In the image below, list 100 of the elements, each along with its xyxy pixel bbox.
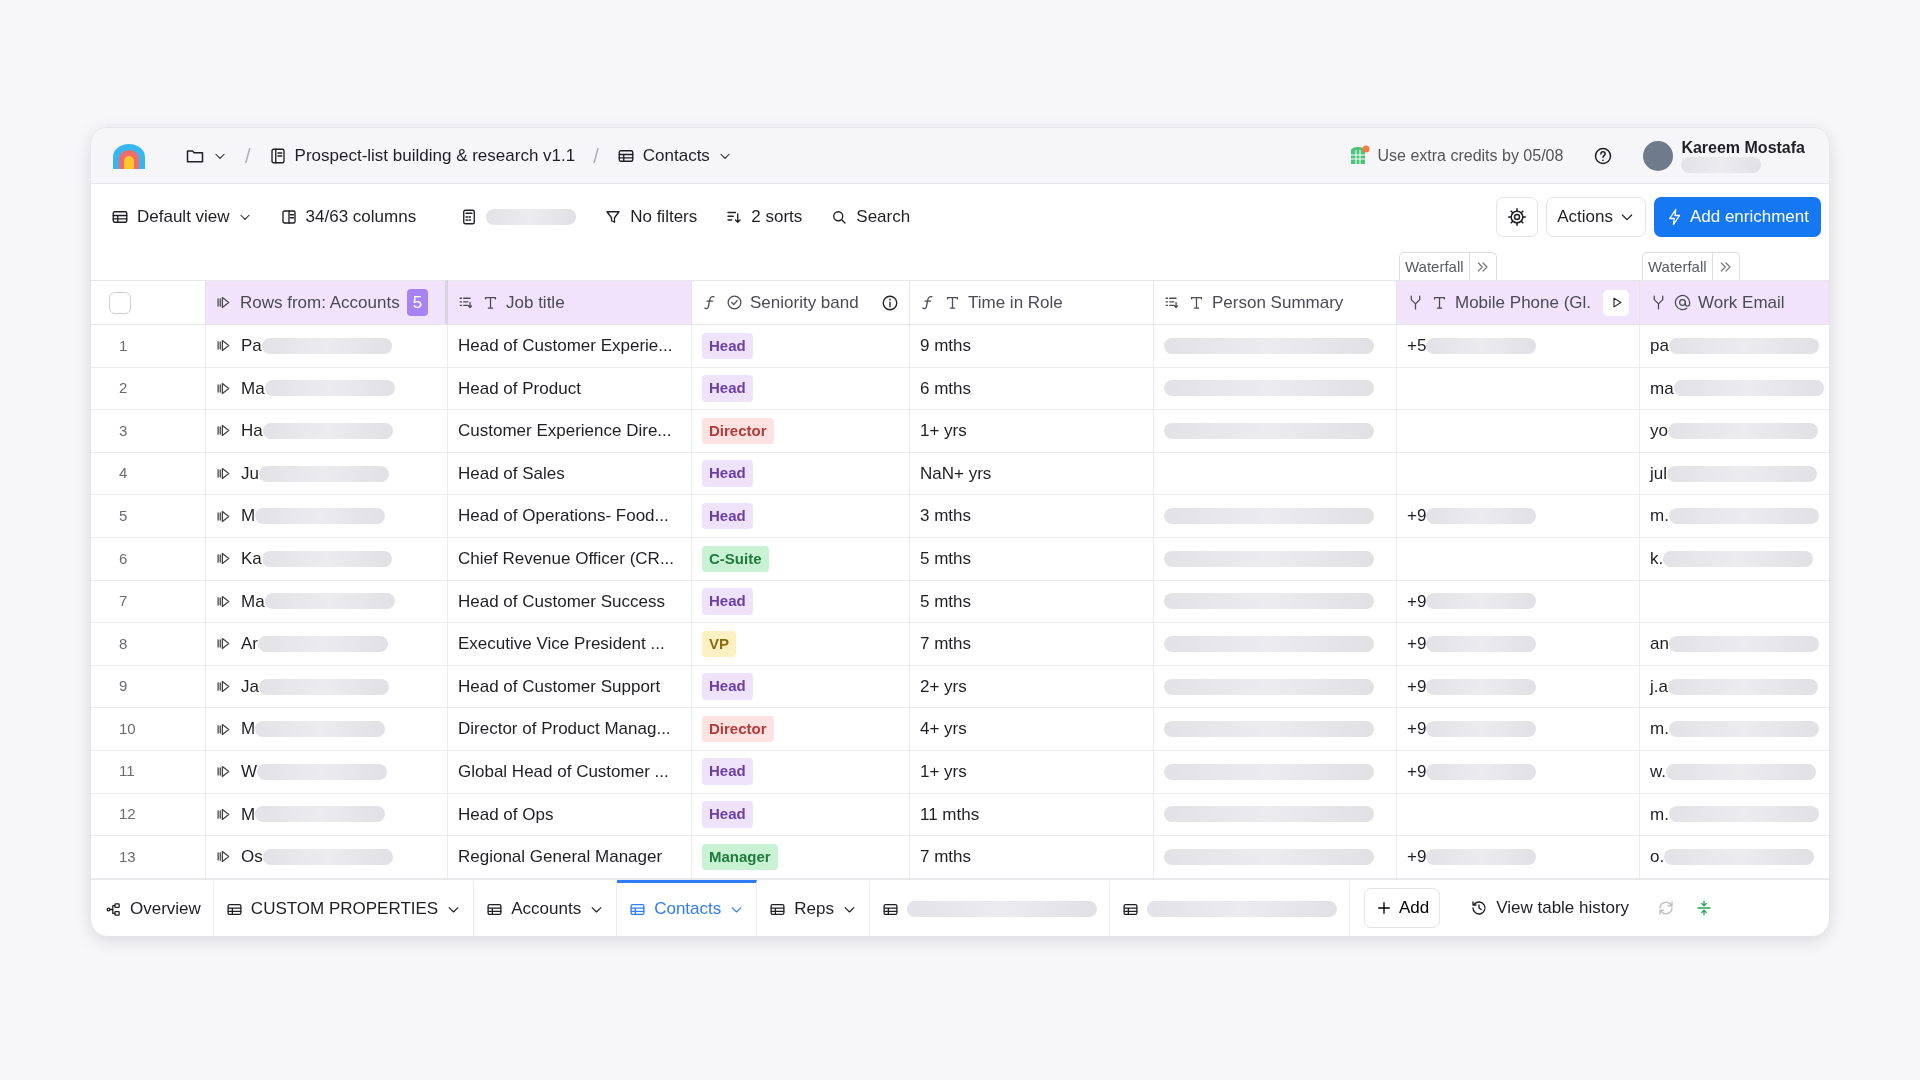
avatar <box>1643 140 1674 171</box>
seniority-tag: Manager <box>702 843 778 871</box>
columns-button[interactable]: 34/63 columns <box>273 200 423 234</box>
table-cell-text: +9 <box>1407 505 1427 528</box>
row-number: 3 <box>118 420 128 441</box>
table-cell-text: 7 mths <box>920 846 972 869</box>
table-cell-text: Ha <box>241 420 263 443</box>
row-number: 12 <box>118 804 136 825</box>
check-circle-icon <box>726 294 743 311</box>
table-cell-text: Ju <box>241 462 259 485</box>
table-cell-text: o. <box>1650 846 1665 869</box>
row-number: 13 <box>118 846 136 867</box>
table-cell-text: Executive Vice President ... <box>458 633 665 656</box>
sheet-tab[interactable]: Contacts <box>617 879 758 936</box>
table-cell-text: W <box>241 761 258 783</box>
seniority-tag: VP <box>702 630 736 658</box>
breadcrumb-link[interactable]: Contacts <box>610 138 738 173</box>
table-cell-text: k. <box>1650 548 1664 570</box>
sheet-tab[interactable]: Overview <box>93 879 214 936</box>
count-badge: 5 <box>406 288 429 317</box>
seniority-tag: Head <box>702 460 753 487</box>
column-header[interactable]: Time in Role <box>910 280 1154 325</box>
table-cell-text: pa <box>1650 335 1669 358</box>
seniority-tag: Head <box>702 673 753 700</box>
run-button[interactable] <box>1603 289 1629 316</box>
table-cell-text: Ma <box>241 377 265 400</box>
row-number: 8 <box>118 633 128 654</box>
seniority-tag: Head <box>702 332 753 360</box>
seniority-tag: C-Suite <box>702 545 769 572</box>
nodes-icon <box>105 900 122 918</box>
sheet-tab[interactable]: Reps <box>757 879 870 936</box>
refresh-icon <box>1657 898 1676 917</box>
breadcrumb-link[interactable]: Prospect-list building & research v1.1 <box>262 138 582 173</box>
actions-button[interactable]: Actions <box>1546 197 1646 237</box>
table-cell-text: Ka <box>241 548 262 570</box>
text-type-icon <box>482 294 499 311</box>
table-cell-text: Ma <box>241 590 265 613</box>
table-cell-text: Regional General Manager <box>458 846 663 869</box>
column-header[interactable]: Job title <box>448 280 692 325</box>
seniority-tag: Head <box>702 758 753 785</box>
row-number: 4 <box>118 463 128 484</box>
table-cell-text: m. <box>1650 718 1669 741</box>
sheet-tab[interactable]: Accounts <box>474 879 618 936</box>
sheet-tab[interactable]: CUSTOM PROPERTIES <box>213 879 475 936</box>
add-button[interactable]: Add <box>1363 887 1441 928</box>
table-cell-text: +5 <box>1407 335 1427 358</box>
table-cell-text: m. <box>1650 803 1669 826</box>
row-number: 11 <box>118 761 135 782</box>
search-button[interactable]: Search <box>824 200 917 234</box>
table-cell-text: +9 <box>1407 675 1427 698</box>
text-type-icon <box>1188 294 1205 311</box>
table-cell-text: jul <box>1650 462 1667 485</box>
row-number: 5 <box>118 505 128 526</box>
column-header[interactable]: Mobile Phone (Gl. <box>1397 280 1640 325</box>
seniority-tag: Director <box>702 715 774 743</box>
seniority-tag: Head <box>702 502 753 530</box>
row-number: 1 <box>118 335 128 356</box>
table-icon <box>111 208 129 226</box>
table-cell-text: +9 <box>1407 761 1427 783</box>
row-number: 6 <box>118 548 128 569</box>
table-history-button[interactable]: View table history <box>1464 890 1636 925</box>
select-all-checkbox[interactable] <box>109 291 131 314</box>
column-header[interactable]: Work Email <box>1640 280 1829 325</box>
sort-button[interactable]: 2 sorts <box>719 200 809 234</box>
column-header[interactable]: Rows from: Accounts 5 <box>206 280 448 325</box>
table-cell-text: Global Head of Customer ... <box>458 761 669 783</box>
view-selector[interactable]: Default view <box>105 200 258 234</box>
table-cell-text: Head of Product <box>458 377 581 400</box>
table-cell-text: Head of Customer Support <box>458 675 661 698</box>
help-icon <box>1593 145 1614 166</box>
settings-button[interactable] <box>1496 197 1539 237</box>
table-cell-text: Ar <box>241 633 258 656</box>
table-cell-text: M <box>241 803 256 826</box>
table-cell-text: Os <box>241 846 263 869</box>
column-header[interactable]: Seniority band <box>692 280 910 325</box>
table-cell-text: Head of Customer Success <box>458 590 665 613</box>
table-cell-text: Chief Revenue Officer (CR... <box>458 548 675 570</box>
row-number: 7 <box>118 591 128 612</box>
columns-icon <box>279 208 298 226</box>
table-cell-text: Head of Sales <box>458 462 565 485</box>
at-sign-icon <box>1674 294 1691 311</box>
settings-icon <box>1507 207 1528 227</box>
history-icon <box>1470 898 1489 917</box>
add-enrichment-button[interactable]: Add enrichment <box>1653 197 1821 237</box>
seniority-tag: Head <box>702 801 753 828</box>
table-cell-text: 9 mths <box>920 335 972 358</box>
table-cell-text: 6 mths <box>920 377 972 400</box>
seniority-tag: Head <box>702 375 753 402</box>
filter-button[interactable]: No filters <box>598 200 704 234</box>
credits-icon <box>1349 144 1370 167</box>
table-cell-text: m. <box>1650 505 1669 528</box>
filter-icon <box>604 208 623 226</box>
seniority-tag: Director <box>702 417 774 445</box>
document-icon <box>268 146 287 165</box>
text-type-icon <box>944 294 961 311</box>
table-cell-text: yo <box>1650 420 1668 443</box>
table-cell-text: an <box>1650 633 1669 656</box>
table-cell-text: Head of Ops <box>458 803 554 826</box>
table-cell-text: M <box>241 505 256 528</box>
column-header[interactable]: Person Summary <box>1154 280 1397 325</box>
